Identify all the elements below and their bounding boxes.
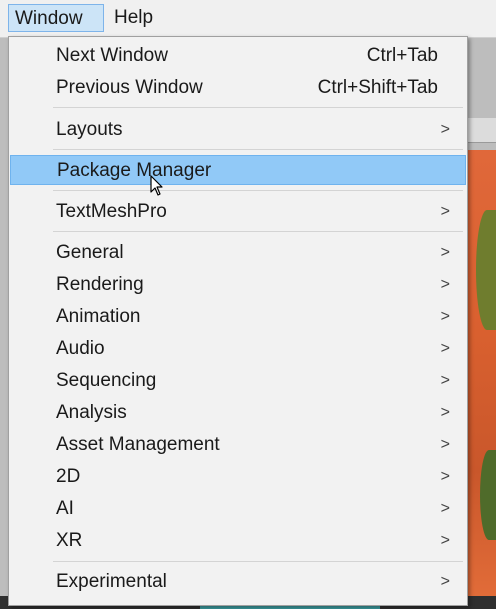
menu-separator [53,190,463,191]
mouse-cursor-icon [150,175,163,196]
menu-item-label: Experimental [56,571,167,592]
menu-bar: Window Help [0,0,496,38]
menu-item-label: Animation [56,306,141,327]
menu-item-label: TextMeshPro [56,201,167,222]
menu-item-sequencing[interactable]: Sequencing > [10,366,466,396]
menu-separator [53,231,463,232]
chevron-right-icon: > [440,468,450,485]
chevron-right-icon: > [440,276,450,293]
chevron-right-icon: > [440,372,450,389]
menu-item-layouts[interactable]: Layouts > [10,115,466,145]
chevron-right-icon: > [440,203,450,220]
menu-item-2d[interactable]: 2D > [10,462,466,492]
menu-item-label: Next Window [56,45,168,66]
chevron-right-icon: > [440,436,450,453]
window-menu-dropdown: Next Window Ctrl+Tab Previous Window Ctr… [8,36,468,606]
menu-item-package-manager[interactable]: Package Manager [10,155,466,185]
menu-item-animation[interactable]: Animation > [10,302,466,332]
menu-item-textmeshpro[interactable]: TextMeshPro > [10,197,466,227]
scene-terrain [476,210,496,330]
menu-item-general[interactable]: General > [10,238,466,268]
chevron-right-icon: > [440,308,450,325]
menu-item-previous-window[interactable]: Previous Window Ctrl+Shift+Tab [10,73,466,103]
menu-item-label: General [56,242,124,263]
menu-item-next-window[interactable]: Next Window Ctrl+Tab [10,41,466,71]
menu-item-analysis[interactable]: Analysis > [10,398,466,428]
menu-item-label: Analysis [56,402,127,423]
menu-item-label: Layouts [56,119,123,140]
menu-item-label: Package Manager [57,160,212,181]
screen: Window Help Next Window Ctrl+Tab Previou… [0,0,496,609]
menu-item-label: Audio [56,338,105,359]
menu-item-shortcut: Ctrl+Shift+Tab [317,77,438,98]
menu-item-asset-management[interactable]: Asset Management > [10,430,466,460]
menu-item-audio[interactable]: Audio > [10,334,466,364]
menu-separator [53,561,463,562]
chevron-right-icon: > [440,573,450,590]
menu-item-label: AI [56,498,74,519]
menu-item-label: Asset Management [56,434,220,455]
scene-terrain [480,450,496,540]
menu-separator [53,149,463,150]
scene-tab-strip [468,118,496,143]
menu-item-xr[interactable]: XR > [10,526,466,556]
menu-item-label: XR [56,530,83,551]
menu-item-experimental[interactable]: Experimental > [10,567,466,597]
menu-item-label: Rendering [56,274,144,295]
chevron-right-icon: > [440,244,450,261]
chevron-right-icon: > [440,340,450,357]
scene-viewport[interactable] [468,150,496,609]
menu-item-label: Previous Window [56,77,203,98]
menu-item-shortcut: Ctrl+Tab [366,45,438,66]
menu-item-label: Sequencing [56,370,157,391]
menu-item-ai[interactable]: AI > [10,494,466,524]
chevron-right-icon: > [440,404,450,421]
menu-window[interactable]: Window [8,4,104,32]
chevron-right-icon: > [440,500,450,517]
menu-item-rendering[interactable]: Rendering > [10,270,466,300]
menu-help[interactable]: Help [108,4,168,32]
menu-separator [53,107,463,108]
chevron-right-icon: > [440,532,450,549]
chevron-right-icon: > [440,121,450,138]
menu-item-label: 2D [56,466,81,487]
